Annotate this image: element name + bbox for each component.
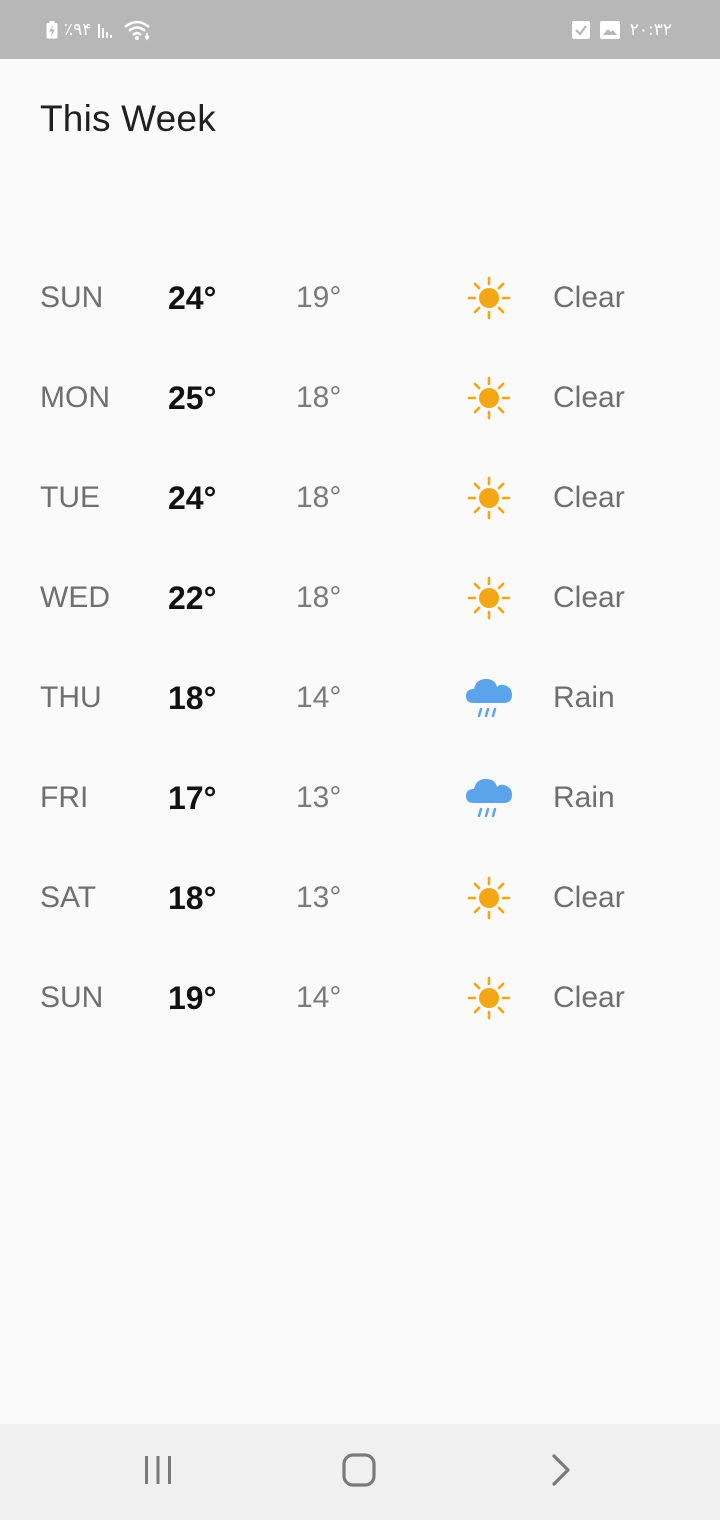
low-temp: 14°: [296, 681, 342, 714]
condition-label: Rain: [553, 781, 615, 814]
low-temp: 13°: [296, 881, 342, 914]
condition-label: Rain: [553, 681, 615, 714]
rain-cloud-icon: [462, 648, 516, 748]
day-label: WED: [40, 581, 110, 614]
low-temp: 18°: [296, 481, 342, 514]
forecast-row: SUN 19° 14° Clear: [0, 948, 720, 1048]
high-temp: 17°: [168, 780, 217, 816]
sun-icon: [462, 548, 516, 648]
battery-charging-icon: [46, 21, 58, 39]
battery-percentage: ٪۹۴: [64, 20, 92, 40]
sun-icon: [462, 348, 516, 448]
image-notification-icon: [599, 21, 620, 39]
high-temp: 25°: [168, 380, 217, 416]
condition-label: Clear: [553, 281, 625, 314]
day-label: SUN: [40, 981, 104, 1014]
high-temp: 18°: [168, 880, 217, 916]
forecast-row: THU 18° 14° Rain: [0, 648, 720, 748]
sun-icon: [462, 448, 516, 548]
low-temp: 13°: [296, 781, 342, 814]
forecast-row: FRI 17° 13° Rain: [0, 748, 720, 848]
rain-cloud-icon: [462, 748, 516, 848]
forecast-list: SUN 24° 19° Clear MON 25° 18° Clear TUE …: [0, 248, 720, 1048]
home-button[interactable]: [311, 1424, 407, 1520]
forecast-row: SAT 18° 13° Clear: [0, 848, 720, 948]
day-label: TUE: [40, 481, 100, 514]
navigation-bar: [0, 1424, 720, 1520]
checkbox-notification-icon: [571, 21, 590, 39]
signal-icon: [97, 21, 117, 39]
day-label: THU: [40, 681, 102, 714]
status-bar-left: ٪۹۴: [46, 16, 151, 44]
high-temp: 24°: [168, 480, 217, 516]
condition-label: Clear: [553, 581, 625, 614]
sun-icon: [462, 848, 516, 948]
recent-apps-icon: [142, 1455, 174, 1490]
recent-apps-button[interactable]: [110, 1424, 206, 1520]
status-time: ۲۰:۳۲: [629, 20, 672, 40]
high-temp: 19°: [168, 980, 217, 1016]
condition-label: Clear: [553, 881, 625, 914]
sun-icon: [462, 948, 516, 1048]
condition-label: Clear: [553, 481, 625, 514]
day-label: SUN: [40, 281, 104, 314]
forecast-row: WED 22° 18° Clear: [0, 548, 720, 648]
home-icon: [342, 1452, 376, 1492]
low-temp: 19°: [296, 281, 342, 314]
back-button[interactable]: [513, 1424, 609, 1520]
back-icon: [550, 1453, 572, 1492]
status-bar-right: ۲۰:۳۲: [571, 16, 672, 44]
low-temp: 18°: [296, 581, 342, 614]
day-label: MON: [40, 381, 110, 414]
day-label: FRI: [40, 781, 89, 814]
high-temp: 18°: [168, 680, 217, 716]
low-temp: 14°: [296, 981, 342, 1014]
sun-icon: [462, 248, 516, 348]
forecast-row: SUN 24° 19° Clear: [0, 248, 720, 348]
high-temp: 22°: [168, 580, 217, 616]
status-bar: ٪۹۴ ۲۰:۳۲: [0, 0, 720, 59]
forecast-row: TUE 24° 18° Clear: [0, 448, 720, 548]
page-title: This Week: [40, 98, 216, 139]
forecast-row: MON 25° 18° Clear: [0, 348, 720, 448]
condition-label: Clear: [553, 981, 625, 1014]
wifi-icon: [123, 19, 151, 41]
high-temp: 24°: [168, 280, 217, 316]
low-temp: 18°: [296, 381, 342, 414]
condition-label: Clear: [553, 381, 625, 414]
day-label: SAT: [40, 881, 97, 914]
